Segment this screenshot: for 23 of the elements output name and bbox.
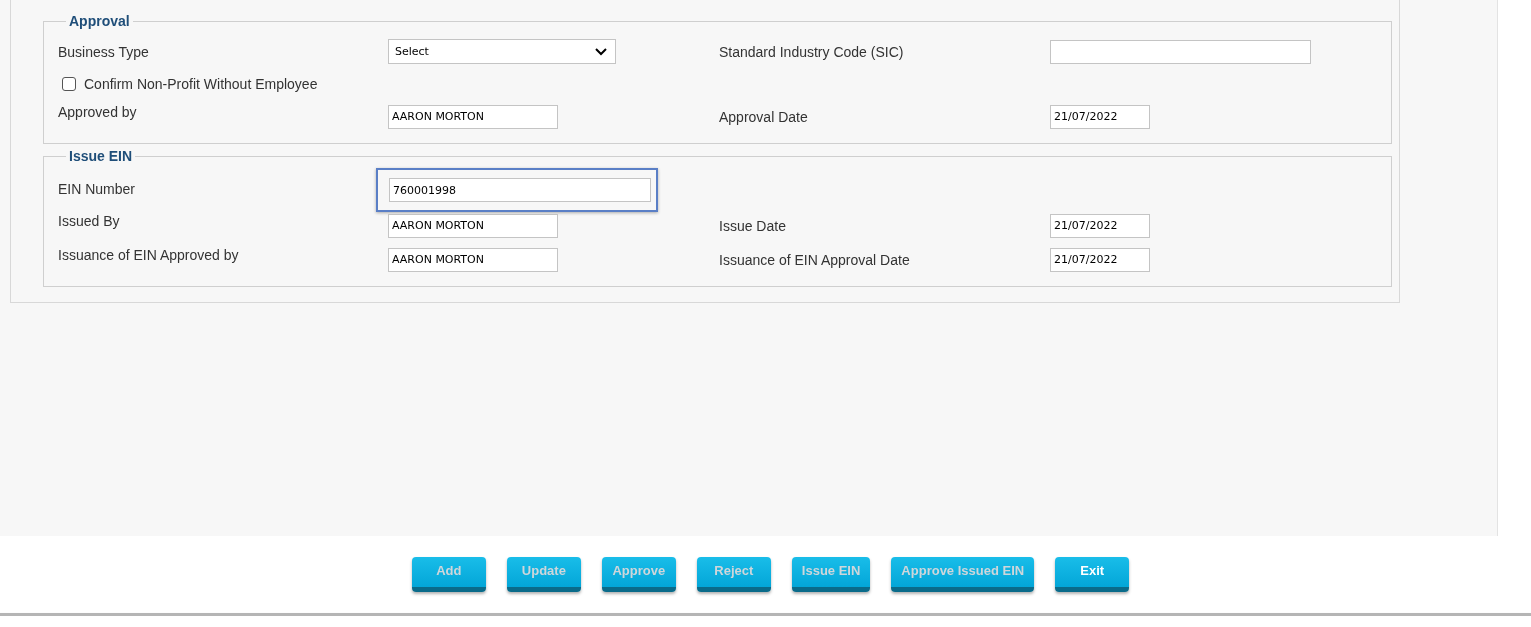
field-label: Business Type — [58, 43, 149, 60]
select-dropdown[interactable]: Select — [388, 39, 616, 64]
field-label: Approval Date — [719, 108, 808, 125]
chevron-down-icon — [595, 47, 607, 56]
input-field[interactable]: AARON MORTON — [388, 247, 558, 272]
field-label: EIN Number — [58, 181, 136, 197]
input-field[interactable]: AARON MORTON — [388, 104, 558, 129]
section-legend: Issue EIN — [66, 148, 136, 164]
field-label: Issued By — [58, 213, 120, 229]
field-label: Issuance of EIN Approval Date — [719, 251, 910, 268]
input-field[interactable]: 21/07/2022 — [1050, 104, 1150, 129]
input-field[interactable]: AARON MORTON — [388, 213, 558, 238]
field-label: Issuance of EIN Approved by — [58, 247, 239, 263]
section-legend: Approval — [66, 13, 133, 29]
input-field[interactable]: 760001998 — [389, 178, 651, 202]
field-label: Standard Industry Code (SIC) — [719, 43, 904, 60]
input-field[interactable]: 21/07/2022 — [1050, 247, 1150, 272]
field-label: Issue Date — [719, 217, 786, 234]
input-field[interactable] — [1050, 39, 1311, 64]
field-label: Approved by — [58, 104, 137, 120]
checkbox[interactable] — [62, 77, 76, 91]
input-field[interactable]: 21/07/2022 — [1050, 213, 1150, 238]
checkbox-label: Confirm Non-Profit Without Employee — [84, 76, 318, 92]
